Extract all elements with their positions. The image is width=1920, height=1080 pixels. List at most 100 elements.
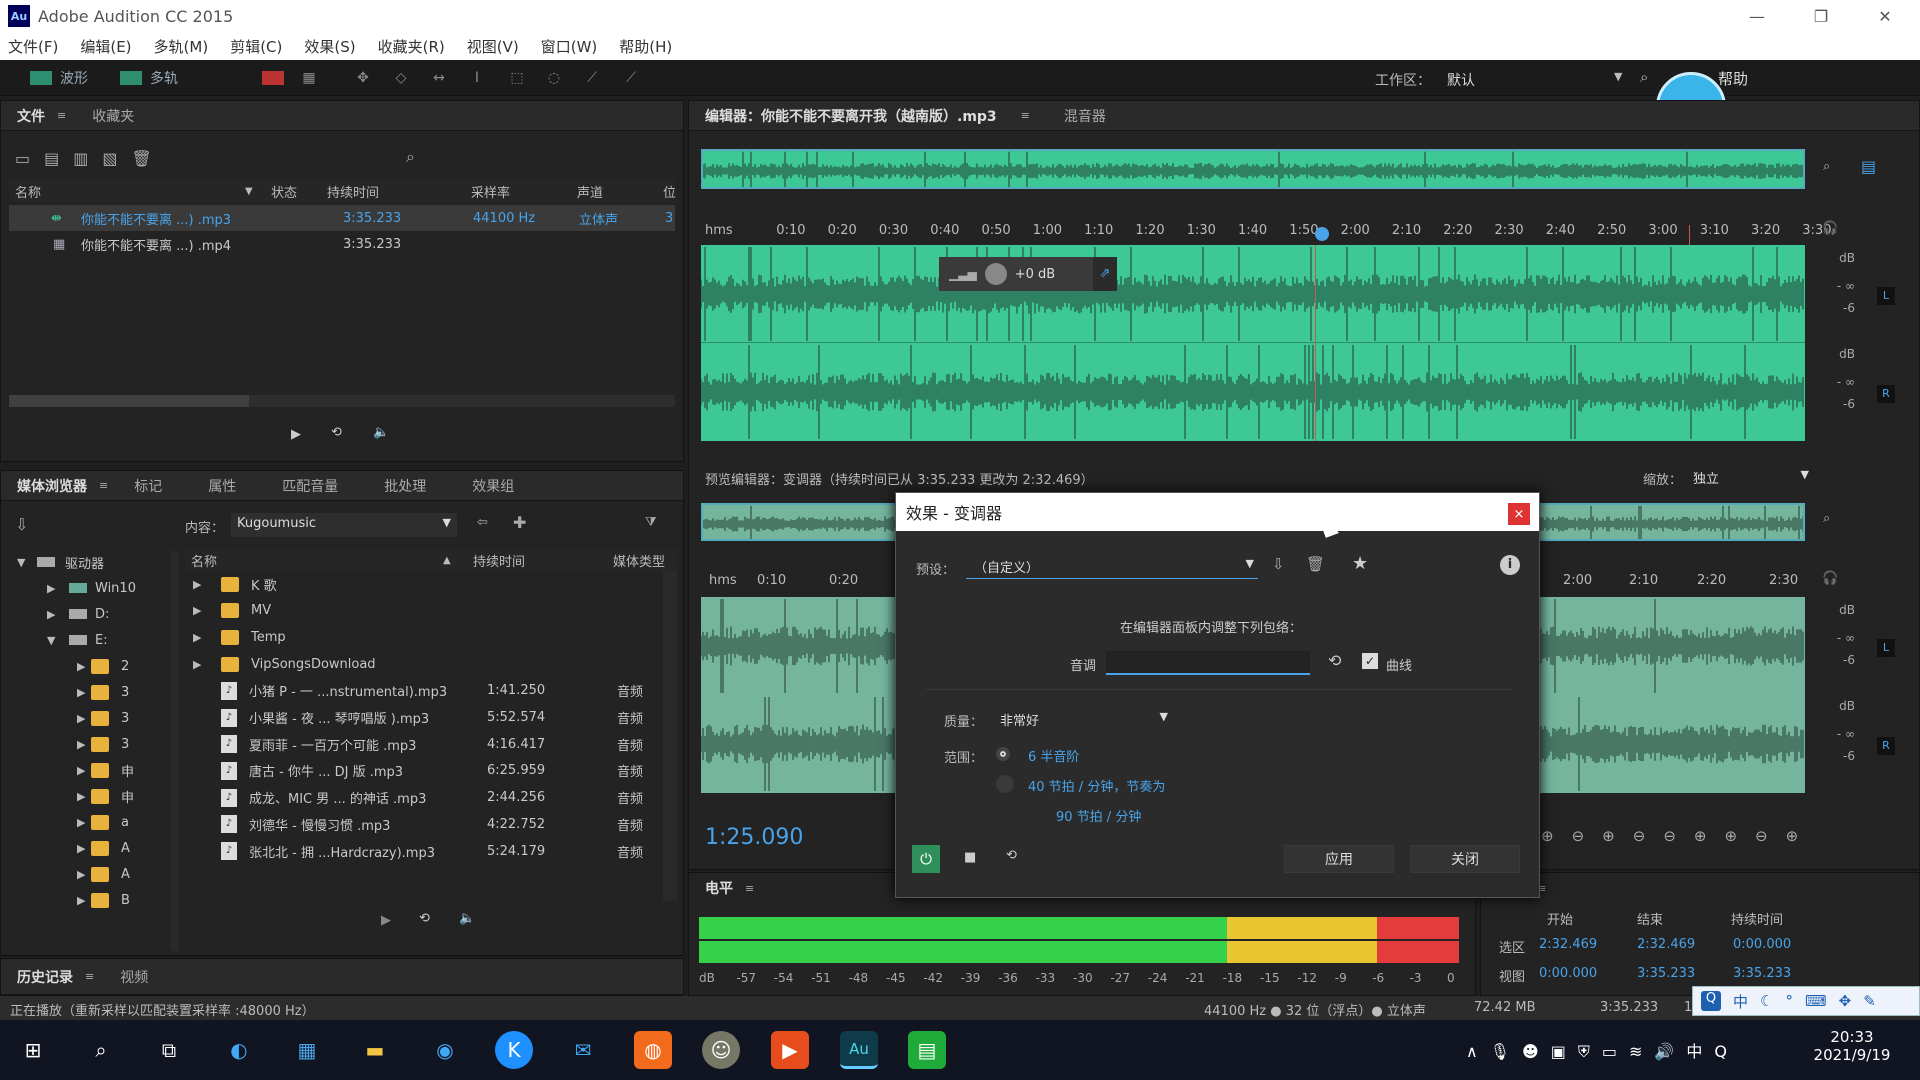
qq-icon[interactable]: ☻	[1522, 1042, 1551, 1061]
col-duration[interactable]: 持续时间	[327, 182, 379, 201]
delete-preset-icon[interactable]: 🗑	[1306, 555, 1325, 573]
mail-icon[interactable]: ✉	[564, 1031, 602, 1069]
preset-select[interactable]: （自定义） ▼	[966, 553, 1258, 579]
panel-menu-icon[interactable]: ≡	[1021, 109, 1030, 122]
list-item[interactable]: ▶ K 歌	[185, 571, 661, 597]
favorite-star-icon[interactable]: ★	[1352, 553, 1368, 574]
stop-icon[interactable]: ■	[964, 850, 976, 865]
brush-tool-icon[interactable]: ⟋	[583, 70, 601, 86]
speaker-icon[interactable]: 🔊	[1654, 1042, 1686, 1061]
menu-favorites[interactable]: 收藏夹(R)	[378, 36, 445, 57]
channel-l-toggle[interactable]: L	[1877, 639, 1895, 657]
battery-icon[interactable]: ▭	[1602, 1042, 1629, 1061]
col-status[interactable]: 状态	[271, 182, 297, 201]
time-selection-tool-icon[interactable]: I	[468, 70, 486, 86]
headphones-icon[interactable]: 🎧	[1822, 571, 1838, 586]
expand-icon[interactable]: ▶	[77, 764, 91, 777]
add-shortcut-icon[interactable]: ✚	[513, 513, 526, 532]
task-view-icon[interactable]: ⧉	[150, 1031, 188, 1069]
avatar-app-icon[interactable]: ☺	[702, 1031, 740, 1069]
range-bpm-value[interactable]: 40 节拍 / 分钟，节奏为	[1028, 776, 1165, 795]
panel-menu-icon[interactable]: ≡	[57, 109, 66, 122]
playhead[interactable]	[1315, 245, 1316, 441]
tree-folder[interactable]: ▶ 申	[77, 757, 134, 783]
col-duration[interactable]: 持续时间	[473, 551, 525, 570]
tab-media-browser[interactable]: 媒体浏览器	[17, 476, 87, 496]
tree-d[interactable]: ▶ D:	[47, 601, 109, 627]
expand-icon[interactable]: ▶	[193, 658, 207, 671]
menu-effects[interactable]: 效果(S)	[304, 36, 355, 57]
keyboard-icon[interactable]: ⌨	[1805, 992, 1827, 1010]
horizontal-scrollbar[interactable]	[9, 395, 675, 407]
panel-menu-icon[interactable]: ≡	[85, 970, 94, 983]
selection-end[interactable]: 2:32.469	[1637, 937, 1695, 952]
windows-start-icon[interactable]: ⊞	[14, 1031, 52, 1069]
expand-icon[interactable]: ▶	[77, 868, 91, 881]
ime-tray-icon[interactable]: Q	[1714, 1042, 1739, 1061]
moon-icon[interactable]: ☾	[1760, 992, 1773, 1010]
gain-knob-icon[interactable]	[984, 263, 1007, 285]
tree-folder[interactable]: ▶ 2	[77, 653, 129, 679]
file-row[interactable]: ▦ 你能不能不要离 ...) .mp4 3:35.233	[9, 231, 675, 257]
view-end[interactable]: 3:35.233	[1637, 966, 1695, 981]
play-icon[interactable]: ▶	[291, 427, 301, 442]
lasso-tool-icon[interactable]: ◌	[545, 70, 563, 86]
back-icon[interactable]: ⇦	[477, 515, 488, 530]
new-file-icon[interactable]: ▥	[73, 149, 102, 168]
loop-icon[interactable]: ⟲	[1006, 848, 1017, 863]
ime-toolbar[interactable]: Q 中 ☾ ° ⌨ ✥ ✎	[1692, 986, 1920, 1016]
tab-video[interactable]: 视频	[120, 967, 148, 987]
tree-folder[interactable]: ▶ 3	[77, 731, 129, 757]
kugou-icon[interactable]: K	[495, 1031, 533, 1069]
restore-button[interactable]: ❐	[1790, 0, 1852, 32]
edge-icon[interactable]: ◐	[220, 1031, 258, 1069]
filter-icon[interactable]: ⧩	[645, 515, 657, 530]
range-semitones-value[interactable]: 6 半音阶	[1028, 746, 1079, 765]
playhead-handle[interactable]	[1315, 227, 1329, 241]
tab-mixer[interactable]: 混音器	[1064, 106, 1106, 126]
list-item[interactable]: ♪ 刘德华 - 慢慢习惯 .mp3 4:22.752 音频	[185, 811, 661, 837]
zoom-full-icon[interactable]: ⊕	[1786, 827, 1817, 845]
monitor-icon[interactable]: ▣	[1551, 1042, 1578, 1061]
view-duration[interactable]: 3:35.233	[1733, 966, 1791, 981]
current-time[interactable]: 1:25.090	[705, 825, 803, 850]
search-icon[interactable]: ⌕	[406, 147, 415, 167]
expand-icon[interactable]: ▶	[77, 712, 91, 725]
ime-mode[interactable]: 中	[1733, 991, 1748, 1012]
play-icon[interactable]: ▶	[381, 913, 391, 928]
expand-icon[interactable]: ▶	[77, 686, 91, 699]
help-search-label[interactable]: 帮助	[1718, 68, 1748, 89]
col-channels[interactable]: 声道	[577, 182, 603, 201]
selection-start[interactable]: 2:32.469	[1539, 937, 1597, 952]
expand-icon[interactable]: ▶	[77, 894, 91, 907]
menu-window[interactable]: 窗口(W)	[541, 36, 598, 57]
tree-drives[interactable]: ▼ 驱动器	[17, 549, 104, 575]
menu-edit[interactable]: 编辑(E)	[80, 36, 131, 57]
tab-batch[interactable]: 批处理	[384, 476, 426, 496]
shield-icon[interactable]: ⛨	[1578, 1042, 1602, 1061]
col-bits[interactable]: 位	[663, 182, 676, 201]
zoom-selection-icon[interactable]: ⊖	[1663, 827, 1694, 845]
content-select[interactable]: Kugoumusic ▼	[231, 513, 457, 537]
tab-history[interactable]: 历史记录	[17, 967, 73, 987]
channel-l-toggle[interactable]: L	[1877, 287, 1895, 305]
menu-help[interactable]: 帮助(H)	[619, 36, 672, 57]
expand-icon[interactable]: ▶	[77, 660, 91, 673]
zoom-select[interactable]: 独立 ▼	[1689, 465, 1809, 489]
expand-icon[interactable]: ▶	[193, 578, 207, 591]
main-waveform[interactable]: ▁▃▅ +0 dB ⇗	[701, 245, 1805, 441]
delete-icon[interactable]: 🗑	[132, 149, 166, 168]
tab-files[interactable]: 文件	[17, 106, 45, 126]
file-row[interactable]: ⇼ 你能不能不要离 ...) .mp3 3:35.233 44100 Hz 立体…	[9, 205, 675, 231]
list-item[interactable]: ♪ 唐古 - 你牛 ... DJ 版 .mp3 6:25.959 音频	[185, 758, 661, 784]
open-folder-icon[interactable]: ▭	[15, 149, 44, 168]
pin-icon[interactable]: ⇗	[1093, 257, 1117, 291]
menu-multitrack[interactable]: 多轨(M)	[154, 36, 209, 57]
store-icon[interactable]: ▦	[288, 1031, 326, 1069]
list-item[interactable]: ▶ Temp	[185, 624, 661, 650]
menu-file[interactable]: 文件(F)	[8, 36, 58, 57]
gain-value[interactable]: +0 dB	[1015, 267, 1055, 282]
slip-tool-icon[interactable]: ↔	[430, 70, 448, 86]
list-item[interactable]: ▶ VipSongsDownload	[185, 651, 661, 677]
list-item[interactable]: ♪ 张北北 - 拥 ...Hardcrazy).mp3 5:24.179 音频	[185, 838, 661, 864]
